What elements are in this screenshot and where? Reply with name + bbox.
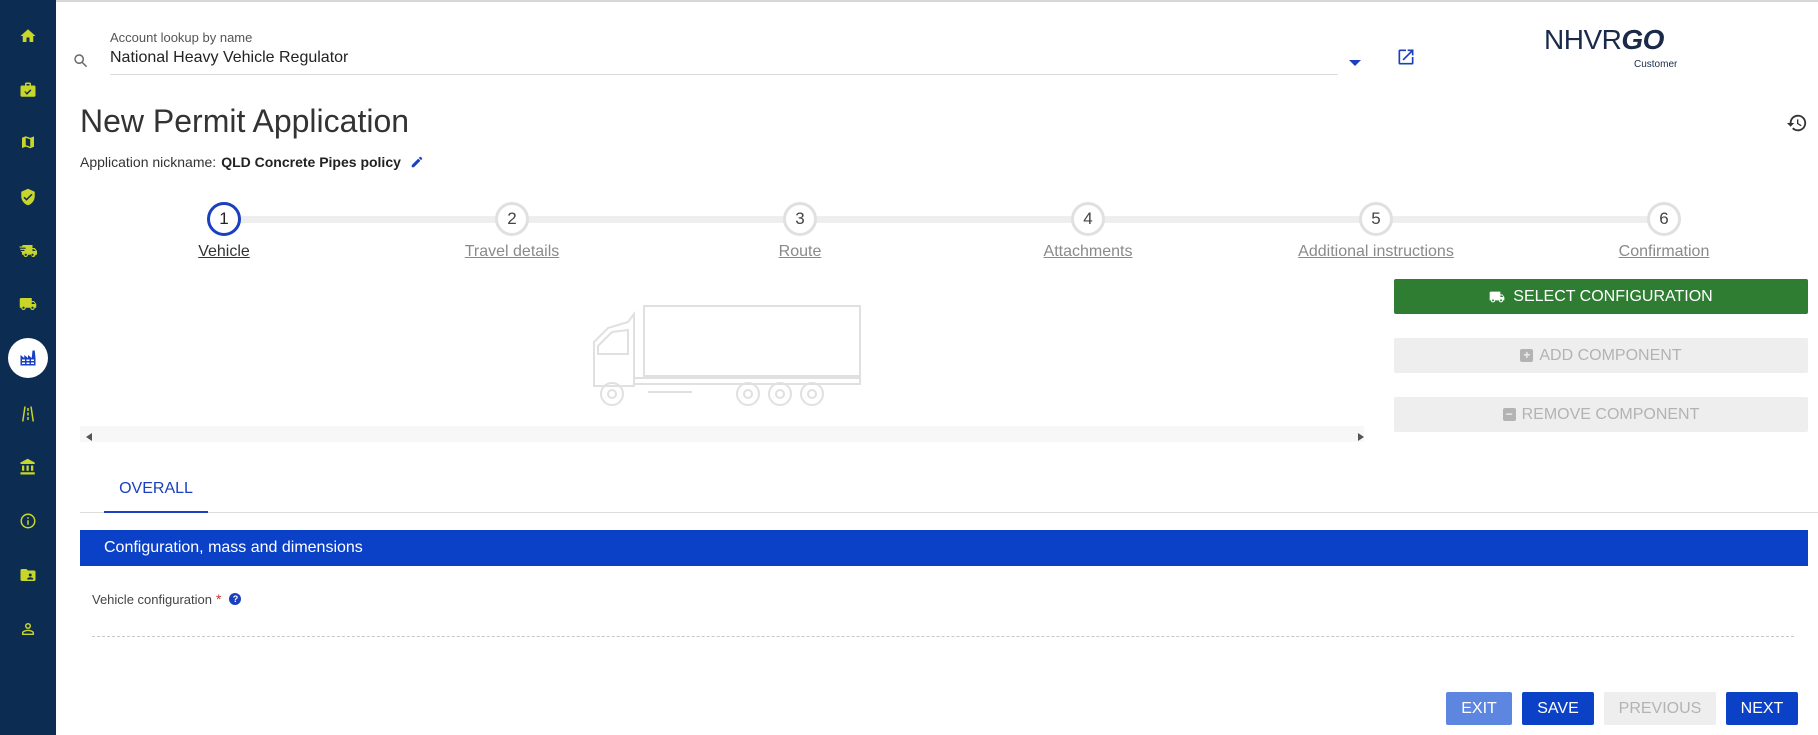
minus-box-icon: −: [1502, 408, 1516, 421]
required-mark: *: [215, 591, 222, 607]
road-icon: [22, 406, 34, 422]
step-number: 3: [783, 202, 817, 236]
step-label: Travel details: [464, 243, 560, 260]
step-label: Confirmation: [1618, 243, 1710, 260]
map-icon: [22, 136, 34, 149]
sidebar-item-documents[interactable]: [0, 552, 56, 598]
plus-box-icon: +: [1520, 349, 1534, 362]
diagram-scrollbar[interactable]: [80, 426, 1364, 442]
sidebar-item-vehicles-fast[interactable]: [0, 228, 56, 274]
step-attachments[interactable]: 4 Attachments: [988, 202, 1188, 262]
search-icon: [72, 52, 90, 70]
shield-check-icon: [21, 188, 35, 206]
save-button[interactable]: SAVE: [1522, 692, 1594, 725]
add-component-label: ADD COMPONENT: [1539, 346, 1682, 364]
exit-button[interactable]: EXIT: [1446, 692, 1512, 725]
tab-divider: [80, 512, 1818, 513]
step-travel-details[interactable]: 2 Travel details: [412, 202, 612, 262]
logo-text: NHVR: [1544, 24, 1622, 55]
nhvr-go-logo: NHVRGO Customer: [1544, 24, 1684, 74]
step-vehicle[interactable]: 1 Vehicle: [124, 202, 324, 262]
logo-subtitle: Customer: [1634, 59, 1678, 70]
sidebar-item-home[interactable]: [0, 13, 56, 59]
tab-overall[interactable]: OVERALL: [104, 470, 208, 514]
nickname-label: Application nickname:: [80, 154, 217, 170]
section-header: Configuration, mass and dimensions: [80, 530, 1808, 566]
scroll-right-icon[interactable]: [1356, 429, 1366, 441]
application-nickname: Application nickname: QLD Concrete Pipes…: [80, 154, 424, 170]
chevron-down-icon[interactable]: [1348, 55, 1362, 66]
factory-icon: [20, 350, 36, 366]
sidebar-item-account[interactable]: [0, 606, 56, 652]
step-number: 1: [207, 202, 241, 236]
step-number: 6: [1647, 202, 1681, 236]
briefcase-check-icon: [20, 82, 36, 97]
scroll-left-icon[interactable]: [84, 429, 94, 441]
help-icon[interactable]: ?: [229, 593, 242, 605]
add-component-button[interactable]: + ADD COMPONENT: [1394, 338, 1808, 373]
sidebar-item-road[interactable]: [0, 391, 56, 437]
previous-button[interactable]: PREVIOUS: [1604, 692, 1716, 725]
step-label: Additional instructions: [1298, 243, 1454, 260]
truck-icon: [19, 298, 37, 310]
step-number: 5: [1359, 202, 1393, 236]
sidebar-active-indicator: [8, 338, 48, 378]
truck-fast-icon: [19, 245, 37, 257]
select-configuration-label: SELECT CONFIGURATION: [1513, 287, 1713, 305]
select-configuration-button[interactable]: SELECT CONFIGURATION: [1394, 279, 1808, 314]
step-label: Route: [778, 243, 822, 260]
sidebar: [0, 0, 56, 735]
sidebar-item-applications[interactable]: [0, 67, 56, 113]
step-route[interactable]: 3 Route: [700, 202, 900, 262]
step-number: 2: [495, 202, 529, 236]
pencil-icon[interactable]: [410, 155, 424, 169]
account-lookup-label: Account lookup by name: [110, 30, 253, 45]
app-root: Account lookup by name National Heavy Ve…: [0, 0, 1818, 735]
step-number: 4: [1071, 202, 1105, 236]
account-icon: [22, 623, 34, 635]
sidebar-item-vehicles[interactable]: [0, 281, 56, 327]
page-title: New Permit Application: [80, 103, 410, 139]
top-border: [56, 0, 1818, 2]
remove-component-button[interactable]: − REMOVE COMPONENT: [1394, 397, 1808, 432]
vehicle-configuration-field[interactable]: [92, 636, 1794, 637]
folder-account-icon: [20, 569, 36, 581]
vehicle-configuration-label: Vehicle configuration * ?: [92, 591, 242, 607]
sidebar-item-compliance[interactable]: [0, 174, 56, 220]
truck-icon: [1489, 291, 1505, 302]
vehicle-diagram: [80, 282, 1364, 442]
remove-component-label: REMOVE COMPONENT: [1521, 405, 1700, 423]
sidebar-item-info[interactable]: [0, 498, 56, 544]
info-icon: [20, 513, 36, 529]
history-icon[interactable]: [1786, 112, 1808, 134]
bank-icon: [20, 458, 35, 475]
nickname-value: QLD Concrete Pipes policy: [221, 154, 401, 170]
step-label: Attachments: [1043, 243, 1133, 260]
sidebar-item-map[interactable]: [0, 120, 56, 166]
sidebar-item-bank[interactable]: [0, 444, 56, 490]
step-additional-instructions[interactable]: 5 Additional instructions: [1276, 202, 1476, 262]
account-lookup-input[interactable]: National Heavy Vehicle Regulator: [110, 49, 348, 67]
step-label: Vehicle: [198, 243, 250, 260]
truck-placeholder-icon: [593, 305, 861, 406]
tab-active-indicator: [104, 511, 208, 513]
logo-go-text: GO: [1621, 24, 1664, 55]
home-icon: [20, 29, 36, 42]
next-button[interactable]: NEXT: [1726, 692, 1798, 725]
step-confirmation[interactable]: 6 Confirmation: [1564, 202, 1764, 262]
sidebar-item-industry[interactable]: [0, 335, 56, 381]
open-external-icon[interactable]: [1396, 47, 1416, 67]
field-label-text: Vehicle configuration: [92, 591, 212, 607]
account-lookup-underline: [110, 74, 1338, 75]
